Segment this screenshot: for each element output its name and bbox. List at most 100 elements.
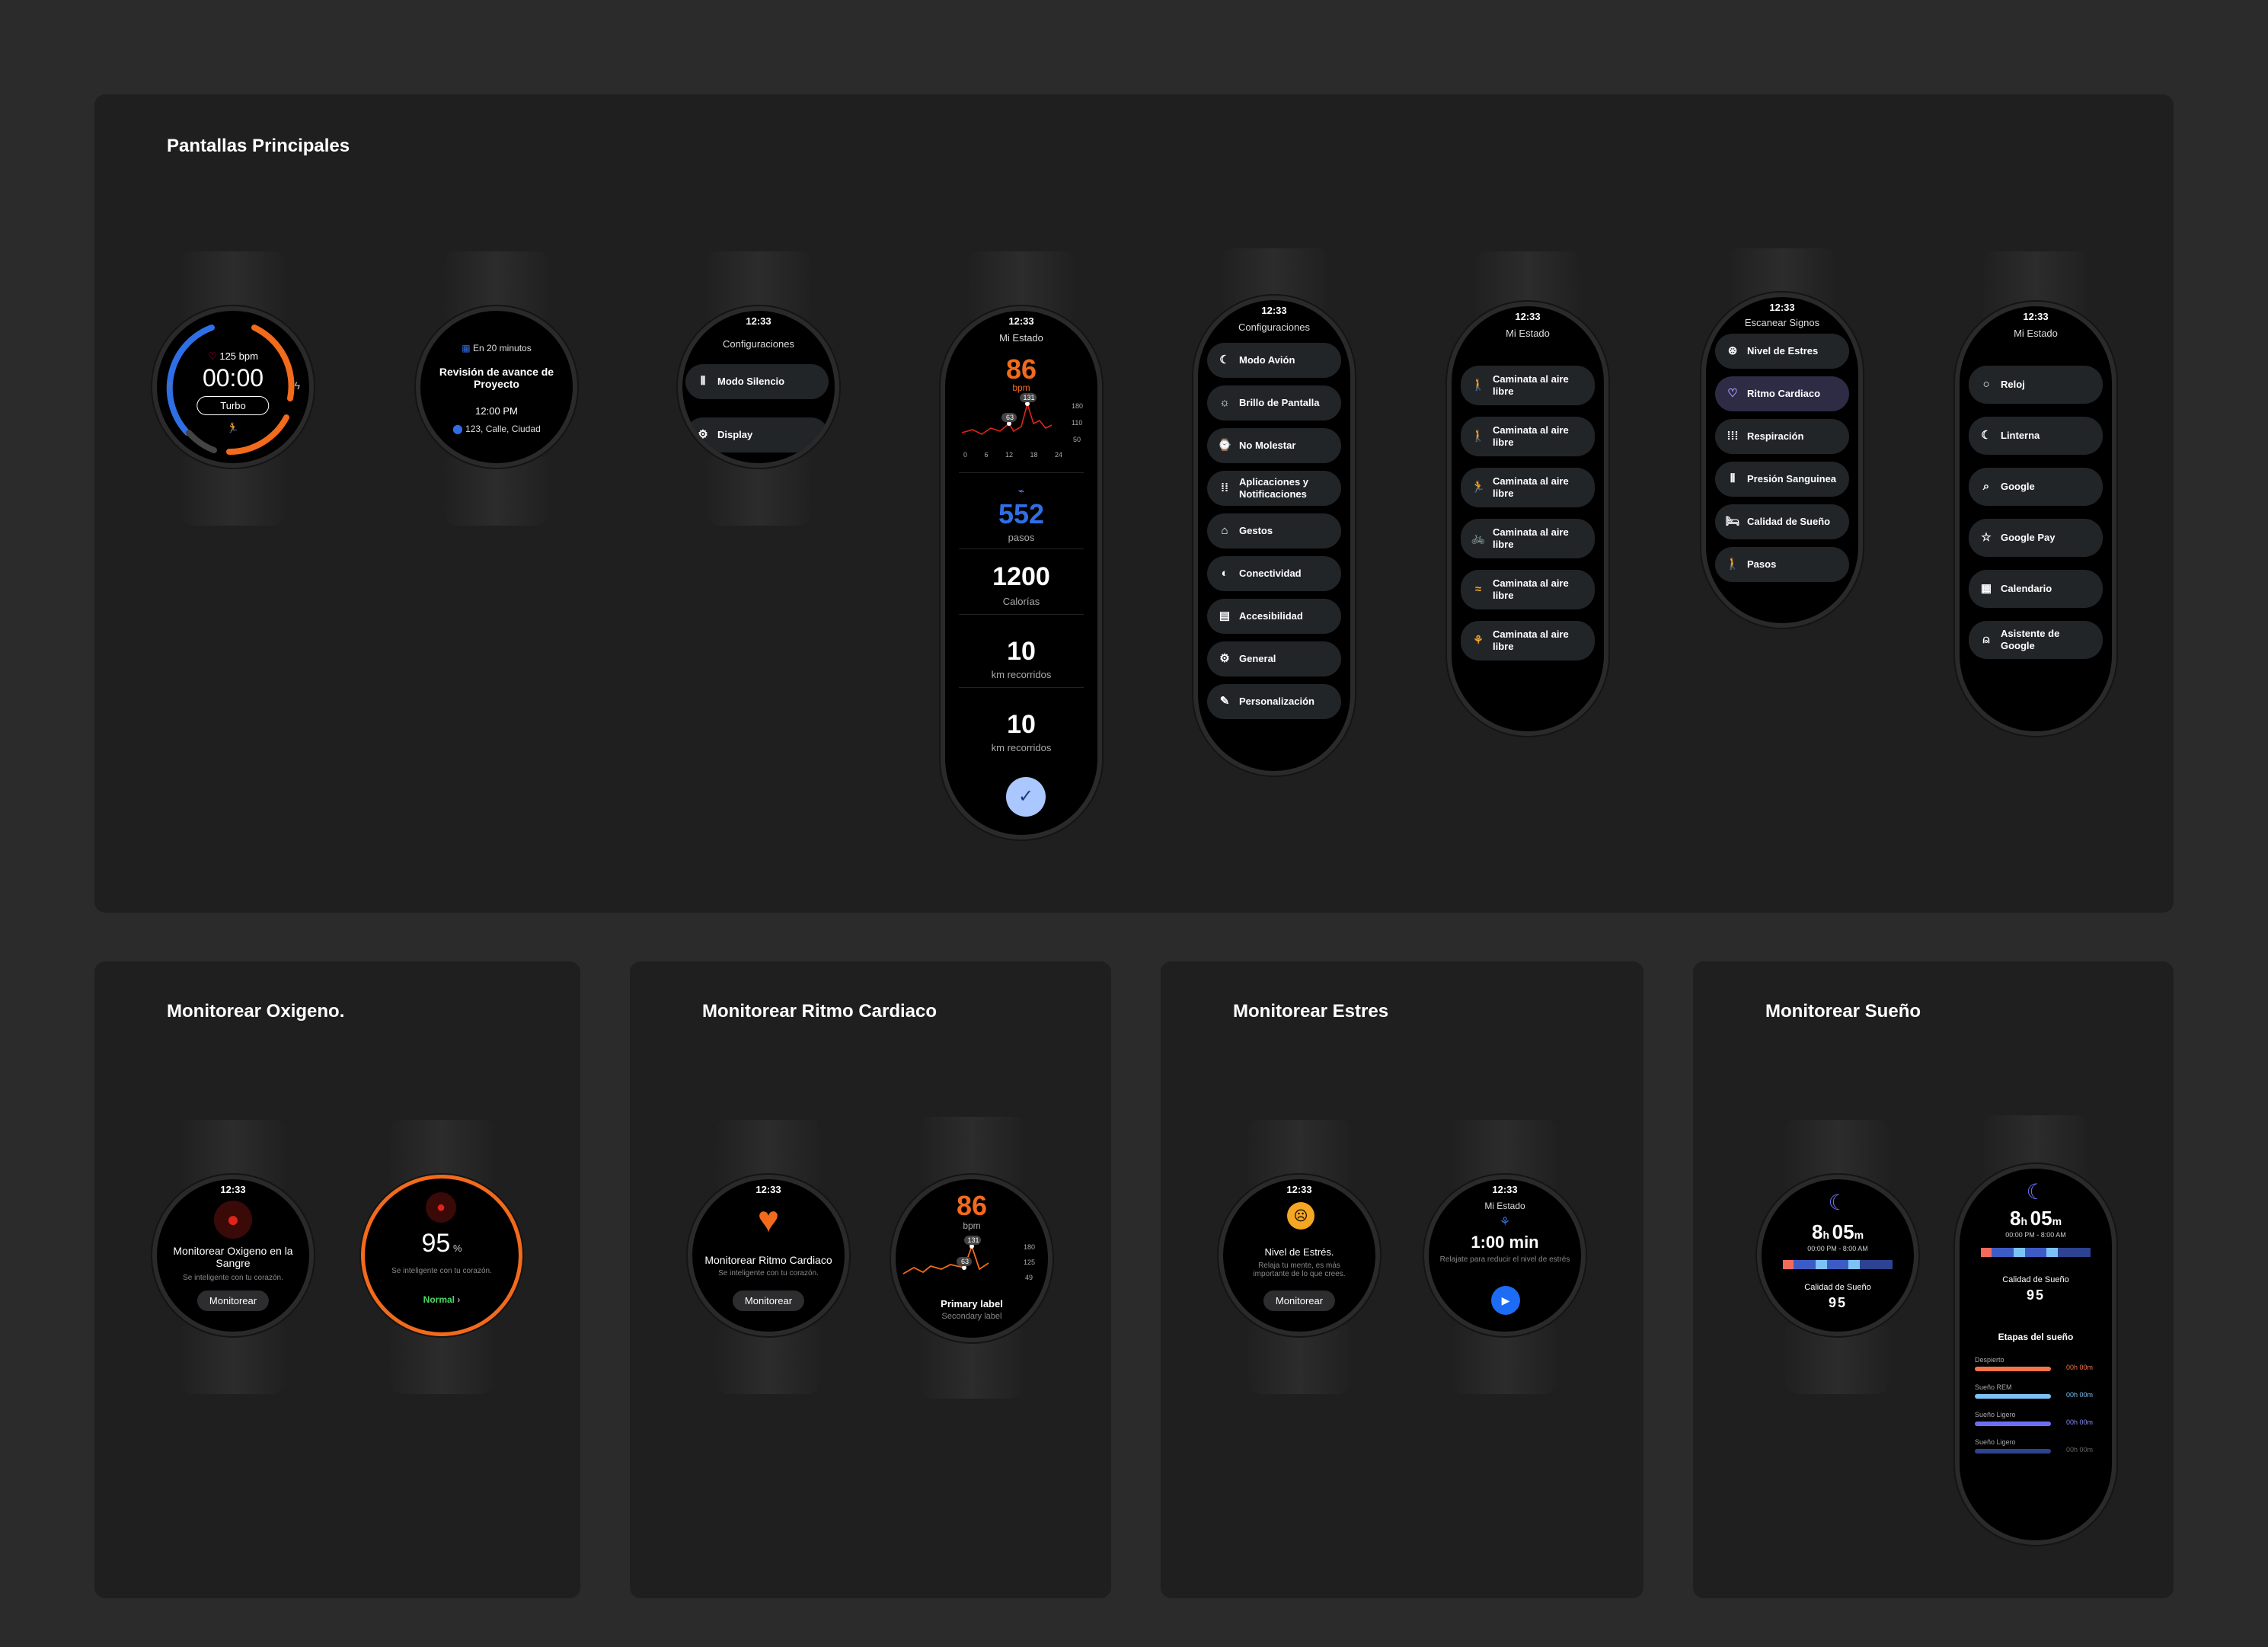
watch-mi-estado-stats[interactable]: 12:33 Mi Estado 86 bpm 63 131 180 110 50… [941,251,1102,861]
activity-item[interactable]: 🚶 Caminata al aire libre [1461,366,1595,405]
calories-value: 1200 [992,562,1050,591]
play-button[interactable]: ▶ [1491,1286,1520,1315]
section-title-main: Pantallas Principales [167,136,350,156]
accessibility-icon: ▤ [1219,609,1231,622]
chip-no-molestar[interactable]: ⌚ No Molestar [1207,428,1341,463]
sound-wave-icon: ⦀ [700,375,706,388]
stage-name: Sueño Ligero [1975,1438,2016,1446]
pencil-icon: ✎ [1219,695,1230,708]
chip-conectividad[interactable]: ◐ Conectividad [1207,556,1341,591]
calendar-icon: ▦ [462,343,471,353]
chip-respiracion[interactable]: ⁞⁞⁞ Respiración [1715,419,1849,454]
activity-item[interactable]: 🏃 Caminata al aire libre [1461,468,1595,507]
watch-heart-result[interactable]: 86 bpm 63 131 180 125 49 Primary label S… [891,1117,1053,1399]
heart-unit: bpm [963,1220,981,1231]
clock-time: 12:33 [1769,302,1795,313]
watch-mi-estado-shortcuts[interactable]: 12:33 Mi Estado ○ Reloj ☾ Linterna ⌕ Google… [1955,251,2116,747]
chevron-right-icon[interactable]: › [457,1294,460,1305]
runner-icon: 🏃 [226,422,240,433]
workout-timer: 00:00 [202,364,264,392]
watch-heart-start[interactable]: 12:33 ♥ Monitorear Ritmo Cardiaco Se int… [688,1120,849,1394]
monitor-button[interactable]: Monitorear [732,1290,805,1311]
chart-y-tick: 110 [1072,419,1083,427]
sleep-quality-value: 95 [1828,1295,1848,1310]
chip-reloj[interactable]: ○ Reloj [1969,366,2103,404]
watch-oxygen-result[interactable]: ● 95 % Se inteligente con tu corazón. No… [361,1120,522,1394]
km-value: 10 [1007,710,1036,739]
chip-calendario[interactable]: ▦ Calendario [1969,570,2103,608]
sleep-stage-bar [1783,1260,1893,1269]
shoe-icon: ⌁ [1017,485,1025,497]
clock-time: 12:33 [755,1184,781,1195]
chip-ritmo-cardiaco[interactable]: ♡ Ritmo Cardiaco [1715,376,1849,411]
watch-escanear-signos[interactable]: 12:33 Escanear Signos ⊛ Nivel de Estres ♡… [1701,248,1863,644]
heart-title: Monitorear Ritmo Cardiaco [704,1254,832,1266]
monitor-button[interactable]: Monitorear [196,1290,270,1311]
monitor-button[interactable]: Monitorear [1263,1290,1336,1311]
chip-aplicaciones[interactable]: ⁞⁞ Aplicaciones y Notificaciones [1207,471,1341,506]
watch-configuraciones[interactable]: 12:33 Configuraciones ☾ Modo Avión ☼ Brill… [1193,248,1355,782]
chart-badge-low: 63 [960,1258,969,1265]
oxygen-title: Monitorear Oxigeno en la Sangre [173,1245,293,1269]
chip-general[interactable]: ⚙ General [1207,641,1341,676]
chip-accesibilidad[interactable]: ▤ Accesibilidad [1207,599,1341,634]
watch-settings-small[interactable]: 12:33 Configuraciones ⦀ Modo Silencio ⚙ Di… [678,251,839,526]
heart-pulse-icon: ♥ [757,1200,780,1240]
search-icon: ⌕ [1982,480,1990,493]
steps-label: pasos [1008,532,1035,543]
activity-item[interactable]: ⚘ Caminata al aire libre [1461,621,1595,660]
chart-x-tick: 12 [1005,451,1013,459]
oxygen-drop-icon: ● [426,1192,456,1223]
km-label: km recorridos [991,742,1052,753]
chip-display[interactable]: ⚙ Display [685,417,829,453]
sleep-quality-value: 95 [2026,1287,2046,1303]
chip-modo-silencio[interactable]: ⦀ Modo Silencio [685,364,829,399]
watch-icon: ⌚ [1217,439,1232,452]
watch-event[interactable]: ▦ En 20 minutos Revisión de avance de Pr… [416,251,577,526]
chart-y-tick: 180 [1072,402,1084,410]
secondary-label: Secondary label [941,1312,1002,1321]
screen-title: Escanear Signos [1744,317,1820,328]
person-icon: ⍝ [1982,633,1990,646]
stress-subtitle: Relaja tu mente, es más importante de lo… [1253,1262,1346,1278]
section-title-sleep: Monitorear Sueño [1765,1001,1921,1022]
chip-nivel-estres[interactable]: ⊛ Nivel de Estres [1715,334,1849,369]
event-place: 123, Calle, Ciudad [465,424,541,434]
oxygen-subtitle: Se inteligente con tu corazón. [183,1274,283,1282]
chip-google[interactable]: ⌕ Google [1969,468,2103,506]
watch-sleep-summary[interactable]: ☾ 8h 05m 00:00 PM - 8:00 AM Calidad de S… [1757,1120,1918,1394]
watch-workout[interactable]: ♡ 125 bpm 00:00 Turbo 🏃 ☾ ϟ [152,251,314,526]
watch-mi-estado-activities[interactable]: 12:33 Mi Estado 🚶 Caminata al aire libre … [1447,251,1608,747]
walking-icon: 🚶 [1725,558,1740,571]
chip-calidad-sueno[interactable]: 🛏 Calidad de Sueño [1715,504,1849,539]
stage-value: 00h 00m [2066,1391,2094,1399]
watch-stress-breathe[interactable]: 12:33 Mi Estado ⚘ 1:00 min Relajate para… [1424,1120,1586,1394]
walking-icon: 🚶 [1471,379,1486,392]
watch-stress-start[interactable]: 12:33 ☹ Nivel de Estrés. Relaja tu mente… [1219,1120,1380,1394]
chip-linterna[interactable]: ☾ Linterna [1969,417,2103,455]
oxygen-status: Normal [423,1294,455,1305]
stage-bar [1975,1394,2051,1399]
chip-pasos[interactable]: 🚶 Pasos [1715,547,1849,582]
chip-personalizacion[interactable]: ✎ Personalización [1207,684,1341,719]
bike-icon: 🚲 [1471,532,1486,545]
activity-item[interactable]: 🚶 Caminata al aire libre [1461,417,1595,456]
chip-gestos[interactable]: ⌂ Gestos [1207,513,1341,548]
km-value: 10 [1007,637,1036,666]
watch-oxygen-start[interactable]: 12:33 ● Monitorear Oxigeno en la Sangre … [152,1120,314,1394]
chip-asistente[interactable]: ⍝ Asistente de Google [1969,621,2103,659]
chip-brillo[interactable]: ☼ Brillo de Pantalla [1207,385,1341,421]
bpm-value: 86 [1005,353,1037,385]
bpm-unit: bpm [1012,382,1030,393]
confirm-check-button[interactable]: ✓ [1006,777,1046,817]
primary-label: Primary label [941,1298,1003,1310]
turbo-button[interactable]: Turbo [196,396,270,415]
chip-google-pay[interactable]: ☆ Google Pay [1969,519,2103,557]
activity-item[interactable]: ≈ Caminata al aire libre [1461,570,1595,609]
chip-presion[interactable]: ⦀ Presión Sanguinea [1715,462,1849,497]
chip-modo-avion[interactable]: ☾ Modo Avión [1207,343,1341,378]
section-title-oxygen: Monitorear Oxigeno. [167,1001,345,1022]
chart-y-tick: 125 [1024,1258,1036,1266]
watch-sleep-detail[interactable]: ☾ 8h 05m 00:00 PM - 8:00 AM Calidad de S… [1955,1115,2116,1557]
activity-item[interactable]: 🚲 Caminata al aire libre [1461,519,1595,558]
